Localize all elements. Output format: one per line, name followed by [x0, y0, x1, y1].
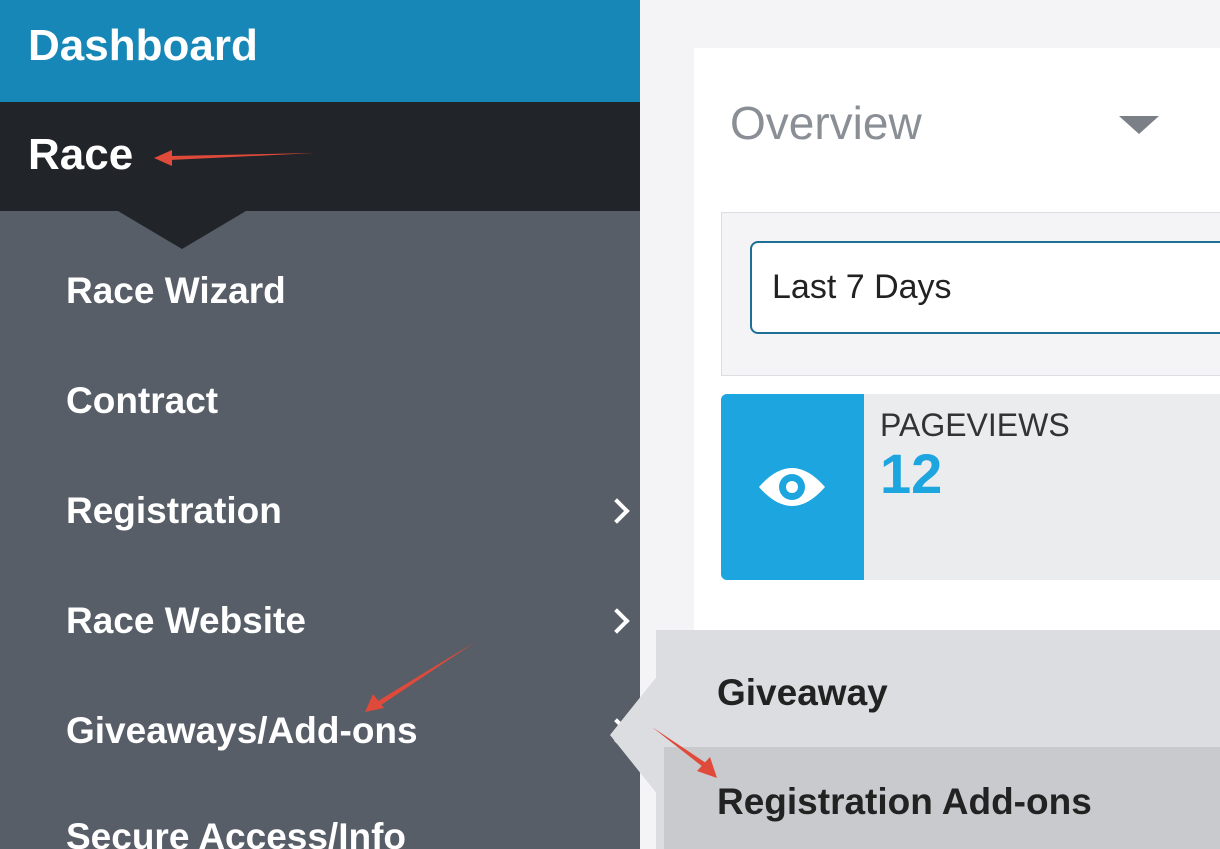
sidebar-race[interactable]: Race: [0, 102, 640, 211]
sidebar-item-label: Race Wizard: [66, 270, 286, 311]
sidebar-dashboard[interactable]: Dashboard: [0, 0, 640, 102]
eye-icon: [759, 468, 825, 506]
sidebar-item-label: Giveaways/Add-ons: [66, 710, 418, 751]
pageviews-label: PAGEVIEWS: [880, 407, 1070, 443]
chevron-right-icon: [604, 608, 630, 634]
sidebar-item-label: Race Website: [66, 600, 306, 641]
pageviews-value: 12: [880, 442, 943, 505]
sidebar-item-race-website[interactable]: Race Website: [0, 581, 640, 661]
page: Dashboard Race Race Wizard Contract Regi…: [0, 0, 1220, 849]
sidebar: Dashboard Race Race Wizard Contract Regi…: [0, 0, 640, 849]
chevron-right-icon: [604, 498, 630, 524]
pageviews-card: PAGEVIEWS 12: [721, 394, 1220, 580]
sidebar-item-label: Registration: [66, 490, 282, 531]
overview-title[interactable]: Overview: [730, 92, 922, 154]
submenu-item-giveaway[interactable]: Giveaway: [656, 638, 1220, 747]
sidebar-item-giveaways-add-ons[interactable]: Giveaways/Add-ons: [0, 691, 640, 771]
submenu-pointer: [610, 675, 658, 795]
stat-icon-box: [721, 394, 864, 580]
active-section-caret: [118, 211, 246, 249]
sidebar-item-registration[interactable]: Registration: [0, 471, 640, 551]
sidebar-item-label: Contract: [66, 380, 219, 421]
submenu-item-registration-add-ons[interactable]: Registration Add-ons: [664, 747, 1220, 849]
caret-down-icon[interactable]: [1119, 116, 1159, 134]
sidebar-item-label: Secure Access/Info: [66, 816, 407, 849]
sidebar-item-contract[interactable]: Contract: [0, 361, 640, 441]
giveaways-submenu: Giveaway Registration Add-ons: [610, 630, 1220, 849]
sidebar-item-race-wizard[interactable]: Race Wizard: [0, 251, 640, 331]
date-range-select[interactable]: Last 7 Days: [750, 241, 1220, 334]
sidebar-item-secure-access-info[interactable]: Secure Access/Info: [0, 797, 640, 849]
